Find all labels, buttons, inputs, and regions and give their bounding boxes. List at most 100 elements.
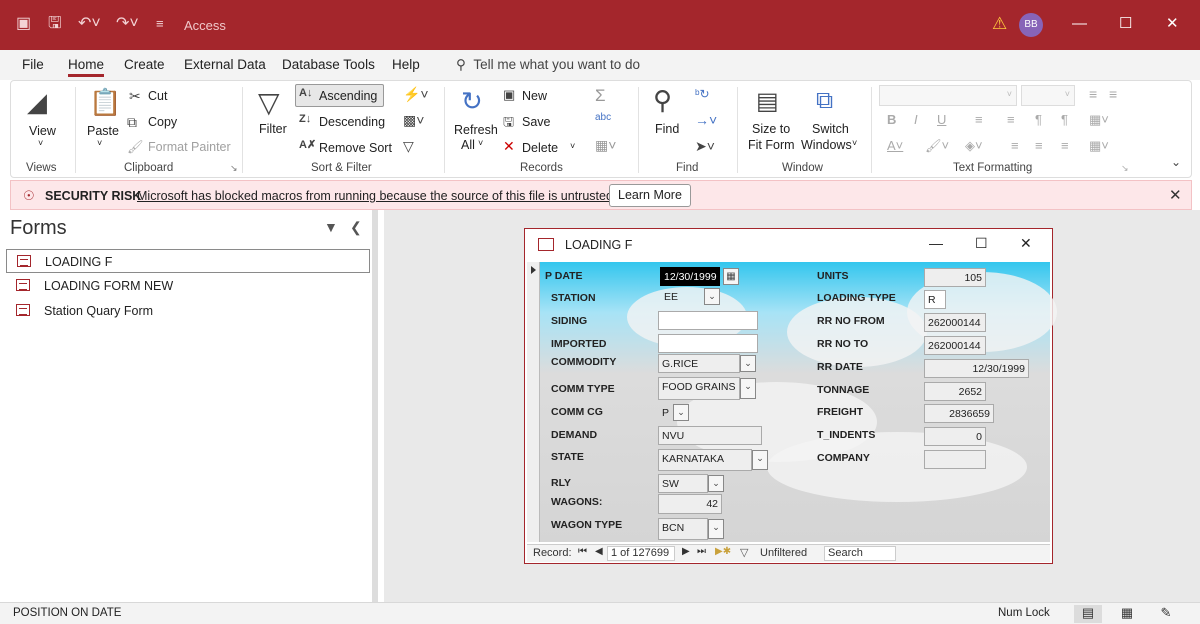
toggle-filter-icon[interactable]: ▽ [403,138,414,155]
security-message-link[interactable]: Microsoft has blocked macros from runnin… [137,189,616,203]
numbering-icon[interactable]: ≡ [1109,86,1117,102]
rr-date-field[interactable]: 12/30/1999 [924,359,1029,378]
dialog-launcher-icon[interactable]: ↘ [1121,163,1129,174]
avatar[interactable]: BB [1019,13,1043,37]
advanced-filter-icon[interactable]: ▩˅ [403,112,424,129]
collapse-pane-icon[interactable]: ❮ [350,219,362,236]
chevron-down-icon[interactable]: ˅ [570,141,575,151]
delete-button[interactable]: Delete [522,141,558,155]
more-records-icon[interactable]: ▦˅ [595,137,616,154]
chevron-down-icon[interactable]: ⌄ [752,450,768,470]
comm-type-field[interactable]: FOOD GRAINS [658,377,740,400]
imported-field[interactable] [658,334,758,353]
learn-more-button[interactable]: Learn More [609,184,691,207]
maximize-icon[interactable]: ☐ [975,235,988,252]
warning-icon[interactable]: ⚠ [992,14,1007,34]
align-right-icon[interactable]: ≡ [1061,138,1069,153]
units-field[interactable]: 105 [924,268,986,287]
size-to-fit-label[interactable]: Fit Form [748,138,795,152]
find-button[interactable]: Find [655,122,679,136]
chevron-down-icon[interactable]: ⌄ [708,475,724,492]
customize-toolbar-icon[interactable]: ≡ [156,14,164,34]
replace-icon[interactable]: ᵇ↻ [695,87,710,101]
goto-icon[interactable]: →˅ [695,112,717,128]
new-record-icon[interactable]: ▶✱ [715,546,731,557]
size-to-fit-button[interactable]: Size to [752,122,790,136]
indent-icon[interactable]: ≡ [975,112,983,127]
menu-create[interactable]: Create [124,57,165,72]
menu-help[interactable]: Help [392,57,420,72]
menu-home[interactable]: Home [68,57,105,77]
save-icon[interactable]: 🖫 [48,14,62,34]
select-icon[interactable]: ➤˅ [695,138,715,155]
italic-icon[interactable]: I [914,112,918,127]
format-painter-button[interactable]: Format Painter [148,140,231,154]
new-button[interactable]: New [522,89,547,103]
alternate-row-color-icon[interactable]: ▦˅ [1089,138,1109,154]
rr-no-to-field[interactable]: 262000144 [924,336,986,355]
bullets-icon[interactable]: ≡ [1089,86,1097,102]
chevron-down-icon[interactable]: ˅ [852,138,857,148]
first-record-icon[interactable]: ⏮ [578,546,587,557]
chevron-down-icon[interactable]: ⌄ [740,355,756,372]
menu-database-tools[interactable]: Database Tools [282,57,375,72]
nav-item-loading-form-new[interactable]: LOADING FORM NEW [6,274,370,298]
record-selector[interactable] [527,262,540,542]
ltr-icon[interactable]: ¶ [1035,112,1042,127]
highlight-icon[interactable]: 🖌˅ [925,138,949,154]
p-date-field[interactable]: 12/30/1999 [660,267,720,286]
unfiltered-button[interactable]: Unfiltered [760,547,807,559]
chevron-down-icon[interactable]: ˅ [38,138,43,148]
menu-file[interactable]: File [22,57,44,72]
view-button[interactable]: View [29,124,56,138]
font-size-select[interactable]: ˅ [1021,85,1075,106]
wagons-field[interactable]: 42 [658,494,722,514]
gridlines-icon[interactable]: ▦˅ [1089,112,1109,128]
chevron-down-icon[interactable]: ⌄ [704,288,720,305]
ascending-button[interactable]: Ascending [319,89,377,103]
dialog-launcher-icon[interactable]: ↘ [230,163,238,174]
switch-windows-button[interactable]: Switch [812,122,849,136]
maximize-icon[interactable]: ☐ [1119,14,1132,34]
redo-icon[interactable]: ↷˅ [116,14,139,34]
collapse-ribbon-icon[interactable]: ⌄ [1171,155,1181,169]
switch-windows-label[interactable]: Windows [801,138,852,152]
close-icon[interactable]: ✕ [1169,186,1182,204]
chevron-down-icon[interactable]: ⌄ [740,378,756,399]
current-record-field[interactable]: 1 of 127699 [607,546,675,561]
design-view-icon[interactable]: ✎ [1152,605,1180,623]
underline-icon[interactable]: U [937,112,946,127]
prev-record-icon[interactable]: ◀ [595,546,603,557]
font-color-icon[interactable]: A˅ [887,138,903,153]
copy-button[interactable]: Copy [148,115,177,129]
filter-button[interactable]: Filter [259,122,287,136]
nav-item-loading-f[interactable]: LOADING F [6,249,370,273]
align-center-icon[interactable]: ≡ [1035,138,1043,153]
menu-external-data[interactable]: External Data [184,57,266,72]
minimize-icon[interactable]: — [929,235,943,251]
nav-item-station-quary-form[interactable]: Station Quary Form [6,299,370,323]
outdent-icon[interactable]: ≡ [1007,112,1015,127]
spelling-icon[interactable]: abc [595,112,611,123]
datasheet-view-icon[interactable]: ▦ [1113,605,1141,623]
demand-field[interactable]: NVU [658,426,762,445]
state-field[interactable]: KARNATAKA [658,449,752,471]
wagon-type-field[interactable]: BCN [658,518,708,540]
selection-filter-icon[interactable]: ⚡˅ [403,86,429,103]
siding-field[interactable] [658,311,758,330]
freight-field[interactable]: 2836659 [924,404,994,423]
comm-cg-field[interactable]: P [658,403,673,422]
record-search-input[interactable]: Search [824,546,896,561]
save-button[interactable]: Save [522,115,551,129]
minimize-icon[interactable]: — [1072,14,1087,34]
nav-menu-icon[interactable]: ▼ [324,219,338,235]
align-left-icon[interactable]: ≡ [1011,138,1019,153]
remove-sort-button[interactable]: Remove Sort [319,141,392,155]
chevron-down-icon[interactable]: ˅ [478,138,483,148]
close-icon[interactable]: ✕ [1166,14,1179,34]
rtl-icon[interactable]: ¶ [1061,112,1068,127]
descending-button[interactable]: Descending [319,115,385,129]
font-name-select[interactable]: ˅ [879,85,1017,106]
close-icon[interactable]: ✕ [1020,235,1032,252]
undo-icon[interactable]: ↶˅ [78,14,101,34]
